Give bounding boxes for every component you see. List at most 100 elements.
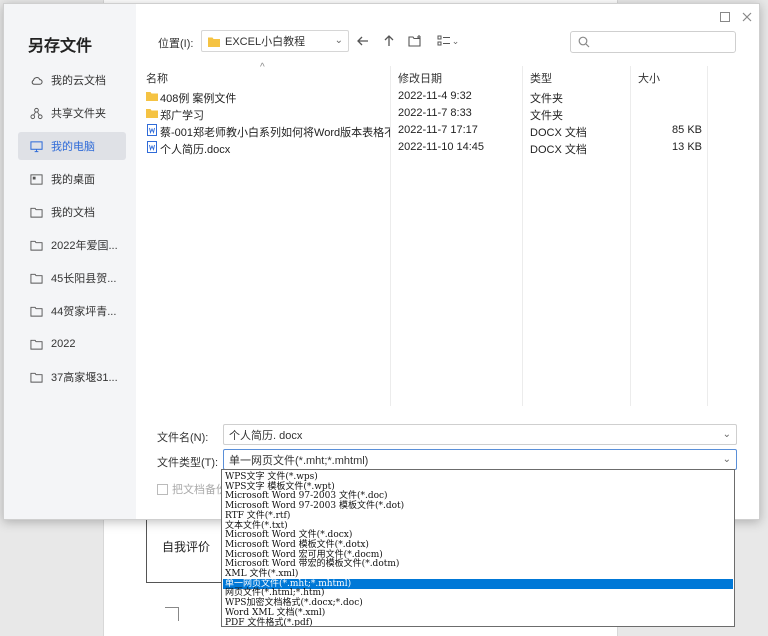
filetype-option[interactable]: Microsoft Word 带宏的模板文件(*.dotm) (223, 559, 733, 569)
sidebar-item-label: 45长阳县贺... (51, 273, 117, 285)
sidebar-item[interactable]: 44贺家坪青... (18, 297, 126, 325)
column-header-size[interactable]: 大小 (638, 70, 660, 86)
sidebar-item-label: 44贺家坪青... (51, 306, 117, 318)
search-icon (578, 36, 590, 48)
back-button[interactable] (354, 32, 372, 50)
dialog-title: 另存文件 (28, 38, 93, 55)
filetype-dropdown-list: WPS文字 文件(*.wps) WPS文字 模板文件(*.wpt) Microsof… (221, 469, 735, 627)
column-header-date[interactable]: 修改日期 (398, 70, 442, 86)
cloud-icon (29, 73, 43, 87)
maximize-icon (720, 12, 730, 22)
backup-label: 把文档备份 (172, 484, 227, 496)
save-file-dialog: 另存文件 我的云文档共享文件夹我的电脑我的桌面我的文档 2022年爱国... 45长… (3, 3, 760, 520)
file-row[interactable]: 个人简历.docx 2022-11-10 14:45 DOCX 文档 13 KB (144, 139, 702, 156)
filetype-select[interactable]: 单一网页文件(*.mht;*.mhtml) ⌄ (223, 449, 737, 470)
file-row[interactable]: 郑广学习 2022-11-7 8:33 文件夹 (144, 105, 700, 122)
filename-value: 个人简历. docx (229, 429, 303, 442)
table-label-self-evaluation: 自我评价 (162, 540, 211, 554)
filetype-option[interactable]: XML 文件(*.xml) (223, 569, 733, 579)
file-row[interactable]: 408例 案例文件 2022-11-4 9:32 文件夹 (144, 88, 700, 105)
column-header-type[interactable]: 类型 (530, 70, 552, 86)
dialog-sidebar: 另存文件 我的云文档共享文件夹我的电脑我的桌面我的文档 2022年爱国... 45长… (4, 4, 136, 519)
file-name: 蔡-001郑老师教小白系列如何将Word版本表格不... (160, 127, 390, 139)
file-name: 个人简历.docx (160, 144, 231, 156)
folder-icon (29, 238, 43, 252)
filetype-option[interactable]: Microsoft Word 文件(*.docx) (223, 530, 733, 540)
folder-icon (29, 304, 43, 318)
maximize-button[interactable] (718, 10, 732, 24)
sidebar-item-label: 我的桌面 (51, 174, 95, 186)
filetype-option[interactable]: Microsoft Word 97-2003 文件(*.doc) (223, 491, 733, 501)
sidebar-item[interactable]: 我的电脑 (18, 132, 126, 160)
sidebar-item[interactable]: 我的桌面 (18, 165, 126, 193)
up-button[interactable] (380, 32, 398, 50)
folder-icon (208, 37, 220, 47)
sidebar-item-label: 2022年爱国... (51, 240, 118, 252)
file-type: 文件夹 (530, 110, 563, 122)
new-folder-button[interactable] (406, 32, 424, 50)
file-date: 2022-11-4 9:32 (398, 90, 472, 102)
sidebar-item[interactable]: 2022 (18, 330, 126, 358)
docx-file-icon (146, 141, 158, 153)
chevron-down-icon: ⌄ (334, 35, 343, 46)
folder-icon (29, 370, 43, 384)
filetype-value: 单一网页文件(*.mht;*.mhtml) (229, 454, 369, 467)
sidebar-item[interactable]: 37高家堰31... (18, 363, 126, 391)
arrow-up-icon (384, 35, 394, 46)
file-list: ^ 名称 修改日期 类型 大小 408例 案例文件 2022-11-4 9:32 文… (140, 62, 708, 406)
file-date: 2022-11-7 8:33 (398, 107, 472, 119)
filetype-option[interactable]: WPS加密文档格式(*.docx;*.doc) (223, 598, 733, 608)
file-row[interactable]: 蔡-001郑老师教小白系列如何将Word版本表格不... 2022-11-7 17… (144, 122, 702, 139)
file-type: DOCX 文档 (530, 144, 587, 156)
file-size: 13 KB (672, 141, 702, 153)
new-folder-icon (408, 35, 421, 47)
filename-input[interactable]: 个人简历. docx ⌄ (223, 424, 737, 445)
filetype-option[interactable]: Word XML 文档(*.xml) (223, 608, 733, 618)
close-button[interactable] (740, 10, 754, 24)
close-icon (742, 12, 752, 22)
file-name: 408例 案例文件 (160, 93, 237, 105)
sidebar-item-label: 2022 (51, 338, 76, 350)
sidebar-item[interactable]: 我的云文档 (18, 66, 126, 94)
file-type: 文件夹 (530, 93, 563, 105)
sidebar-item-label: 我的电脑 (51, 141, 95, 153)
chevron-down-icon: ⌄ (722, 454, 731, 465)
search-input[interactable] (570, 31, 736, 53)
sidebar-item[interactable]: 45长阳县贺... (18, 264, 126, 292)
filename-label: 文件名(N): (157, 432, 209, 444)
sidebar-item-label: 我的文档 (51, 207, 95, 219)
filetype-label: 文件类型(T): (157, 457, 219, 469)
chevron-down-icon: ⌄ (722, 429, 731, 440)
location-value: EXCEL小白教程 (225, 36, 306, 48)
file-size: 85 KB (672, 124, 702, 136)
filetype-option[interactable]: Microsoft Word 模板文件(*.dotx) (223, 540, 733, 550)
filetype-option[interactable]: WPS文字 文件(*.wps) (223, 472, 733, 482)
page-corner-mark (165, 607, 179, 621)
sidebar-item-label: 共享文件夹 (51, 108, 106, 120)
computer-icon (29, 139, 43, 153)
filetype-option[interactable]: 文本文件(*.txt) (223, 521, 733, 531)
file-name: 郑广学习 (160, 110, 204, 122)
documents-icon (29, 205, 43, 219)
file-date: 2022-11-7 17:17 (398, 124, 478, 136)
list-scrollbar[interactable] (708, 64, 730, 406)
sidebar-item-label: 我的云文档 (51, 75, 106, 87)
filetype-option[interactable]: 网页文件(*.html;*.htm) (223, 588, 733, 598)
docx-file-icon (146, 124, 158, 136)
sort-ascending-icon: ^ (260, 62, 265, 73)
filetype-option[interactable]: PDF 文件格式(*.pdf) (223, 618, 733, 627)
filetype-option[interactable]: Microsoft Word 97-2003 模板文件(*.dot) (223, 501, 733, 511)
file-date: 2022-11-10 14:45 (398, 141, 485, 153)
sidebar-item[interactable]: 共享文件夹 (18, 99, 126, 127)
column-header-name[interactable]: 名称 (146, 70, 168, 86)
location-combo[interactable]: EXCEL小白教程 ⌄ (201, 30, 349, 52)
filetype-option[interactable]: RTF 文件(*.rtf) (223, 511, 733, 521)
checkbox-box (157, 483, 168, 495)
view-options-button[interactable]: ⌄ (434, 32, 462, 50)
folder-icon (146, 107, 158, 119)
desktop-icon (29, 172, 43, 186)
sidebar-item[interactable]: 我的文档 (18, 198, 126, 226)
backup-checkbox[interactable]: 把文档备份 (157, 481, 227, 497)
sidebar-item[interactable]: 2022年爱国... (18, 231, 126, 259)
file-type: DOCX 文档 (530, 127, 587, 139)
